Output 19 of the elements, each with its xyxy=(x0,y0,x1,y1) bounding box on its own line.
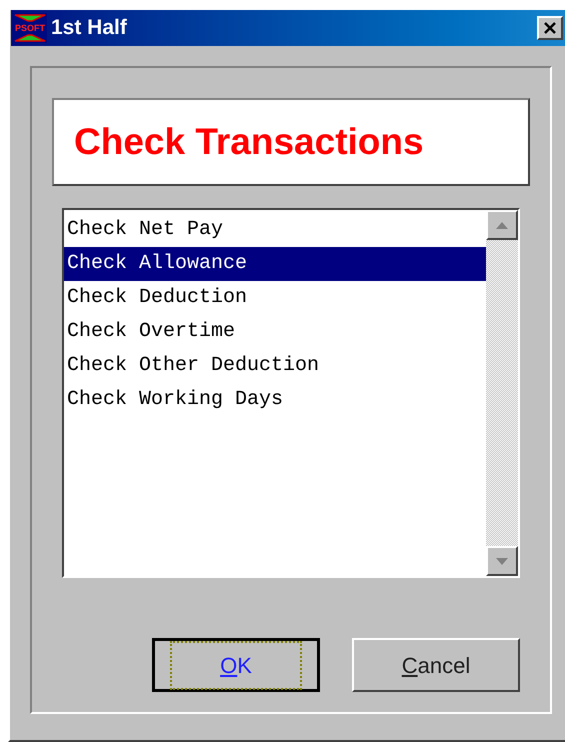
list-item[interactable]: Check Other Deduction xyxy=(64,349,486,383)
dialog-button[interactable]: Cancel xyxy=(352,638,520,692)
header-title: Check Transactions xyxy=(74,120,424,164)
list-item[interactable]: Check Overtime xyxy=(64,315,486,349)
dialog-button[interactable]: OK xyxy=(152,638,320,692)
transaction-listbox[interactable]: Check Net Pay Check Allowance Check Deduction Check Overtime Check Other Deduction Check Working Days xyxy=(62,208,520,578)
app-logo-icon: PSOFT xyxy=(13,13,47,43)
list-item[interactable]: Check Net Pay xyxy=(64,213,486,247)
list-item[interactable]: Check Working Days xyxy=(64,383,486,417)
scrollbar[interactable] xyxy=(486,210,518,576)
scroll-up-button[interactable] xyxy=(486,210,518,240)
down-arrow-icon xyxy=(496,558,508,564)
close-button[interactable] xyxy=(537,16,563,40)
list-item[interactable]: Check Allowance xyxy=(64,247,486,281)
close-icon xyxy=(544,22,556,34)
scroll-down-button[interactable] xyxy=(486,546,518,576)
list-item[interactable]: Check Deduction xyxy=(64,281,486,315)
window-title: 1st Half xyxy=(51,15,127,42)
up-arrow-icon xyxy=(496,222,508,228)
